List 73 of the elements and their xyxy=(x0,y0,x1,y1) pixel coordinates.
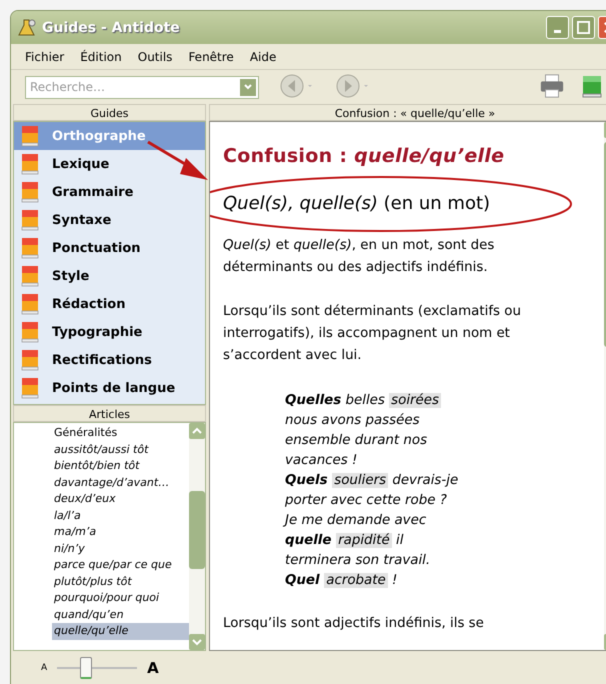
example-line: terminera son travail. xyxy=(285,552,432,570)
chevron-down-icon xyxy=(243,82,253,92)
article-item[interactable]: ma/m’a xyxy=(52,524,189,540)
menu-item[interactable]: Édition xyxy=(72,50,130,64)
small-a-label: A xyxy=(41,663,48,673)
guide-item[interactable]: Typographie xyxy=(14,318,205,346)
menu-item[interactable]: Fichier xyxy=(17,50,72,64)
article-item[interactable]: plutôt/plus tôt xyxy=(52,574,189,590)
flask-icon xyxy=(17,18,37,38)
example-line: nous avons passées xyxy=(285,412,421,430)
article-item[interactable]: la/l’a xyxy=(52,508,189,524)
maximize-icon xyxy=(577,21,590,34)
example-line: vacances ! xyxy=(285,452,358,470)
book-icon xyxy=(20,152,40,176)
slider-thumb[interactable] xyxy=(80,657,92,679)
article-subtitle: Quel(s), quelle(s) (en un mot) xyxy=(223,192,492,216)
guide-item[interactable]: Rectifications xyxy=(14,346,205,374)
printer-icon xyxy=(539,72,565,100)
example-line: Quelles belles soirées xyxy=(285,392,442,410)
menu-item[interactable]: Outils xyxy=(130,50,180,64)
article-title: Confusion : quelle/qu’elle xyxy=(223,145,506,168)
guide-item[interactable]: Syntaxe xyxy=(14,206,205,234)
paragraph: Quel(s) et quelle(s), en un mot, sont des déterminants ou des adjectifs indéfinis. xyxy=(223,237,496,277)
book-icon xyxy=(20,264,40,288)
minimize-button[interactable] xyxy=(546,16,569,39)
book-icon xyxy=(20,348,40,372)
paragraph: Lorsqu’ils sont déterminants (exclamatifs ou interrogatifs), ils accompagnent un nom et s’accordent avec lui. xyxy=(223,303,522,365)
menu-item[interactable]: Fenêtre xyxy=(180,50,242,64)
search-field[interactable]: Recherche… xyxy=(25,76,259,98)
pane-header: Articles xyxy=(13,405,206,422)
article-item[interactable]: ni/n’y xyxy=(52,540,189,557)
book-icon xyxy=(20,376,40,400)
example-line: ensemble durant nos xyxy=(285,432,428,450)
paragraph: Lorsqu’ils sont adjectifs indéfinis, ils se xyxy=(223,615,485,633)
article-item[interactable]: quelle/qu’elle xyxy=(52,623,189,640)
example-line: Quels souliers devrais-je xyxy=(285,472,460,490)
forward-button[interactable] xyxy=(335,74,371,100)
article-item[interactable]: deux/d’eux xyxy=(52,491,189,508)
article-item[interactable]: quand/qu’en xyxy=(52,606,189,623)
example-line: Quel acrobate ! xyxy=(285,572,398,590)
menu-item[interactable]: Aide xyxy=(242,50,284,64)
guide-item[interactable]: Lexique xyxy=(14,150,205,178)
guide-item[interactable]: Style xyxy=(14,262,205,290)
minimize-icon xyxy=(554,30,561,33)
example-line: quelle rapidité il xyxy=(285,532,404,550)
article-item[interactable]: Généralités xyxy=(52,425,189,442)
example-line: porter avec cette robe ? xyxy=(285,492,448,510)
example-line: Je me demande avec xyxy=(285,511,604,531)
book-icon xyxy=(20,208,40,232)
guide-item[interactable]: Rédaction xyxy=(14,290,205,318)
arrow-annotation xyxy=(146,140,210,182)
forward-arrow-icon xyxy=(336,74,370,98)
back-button[interactable] xyxy=(279,74,315,100)
book-icon xyxy=(20,236,40,260)
guide-item[interactable]: Grammaire xyxy=(14,178,205,206)
article-item[interactable]: davantage/d’avant… xyxy=(52,474,189,491)
maximize-button[interactable] xyxy=(572,16,595,39)
guide-item[interactable]: Ponctuation xyxy=(14,234,205,262)
dropdown-button[interactable] xyxy=(240,78,256,96)
book-icon xyxy=(20,292,40,316)
pane-header: Guides xyxy=(13,104,206,121)
article-item[interactable]: bientôt/bien tôt xyxy=(52,458,189,474)
article-item[interactable]: aussitôt/aussi tôt xyxy=(52,442,189,458)
book-icon xyxy=(20,320,40,344)
book-icon xyxy=(20,180,40,204)
large-a-label: A xyxy=(147,659,159,677)
pane-header: Confusion : « quelle/qu’elle » xyxy=(209,104,606,121)
book-icon xyxy=(20,124,40,148)
article-item[interactable]: parce que/par ce que xyxy=(52,557,189,574)
window-title: Guides - Antidote xyxy=(42,20,180,36)
back-arrow-icon xyxy=(280,74,314,98)
guide-item[interactable]: Points de langue xyxy=(14,374,205,402)
article-item[interactable]: pourquoi/pour quoi xyxy=(52,590,189,606)
